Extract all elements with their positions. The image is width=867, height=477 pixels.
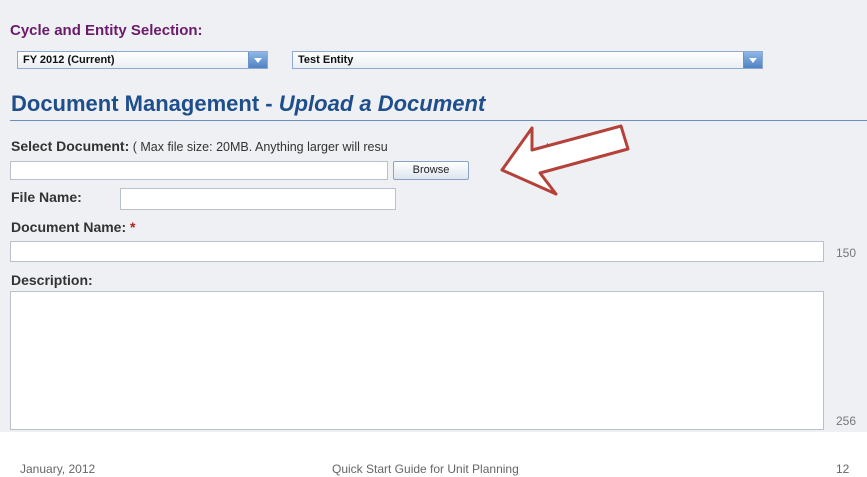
document-name-char-count: 150 — [836, 246, 857, 260]
document-name-input[interactable] — [10, 241, 824, 262]
document-name-label: Document Name: * — [11, 219, 135, 235]
select-document-label: Select Document: ( Max file size: 20MB. … — [11, 138, 388, 154]
cycle-select[interactable]: FY 2012 (Current) — [17, 51, 268, 69]
chevron-down-icon[interactable] — [743, 52, 762, 68]
section-title: Cycle and Entity Selection: — [10, 22, 203, 39]
footer-date: January, 2012 — [20, 462, 96, 476]
required-marker: * — [130, 219, 136, 235]
entity-select-value: Test Entity — [298, 54, 354, 66]
form-panel: Cycle and Entity Selection: FY 2012 (Cur… — [0, 0, 867, 432]
file-size-note-tail-text: in — [546, 142, 556, 156]
select-document-label-text: Select Document: — [11, 138, 130, 154]
description-label: Description: — [11, 272, 93, 288]
file-path-input[interactable] — [10, 161, 388, 180]
chevron-down-icon[interactable] — [248, 52, 267, 68]
cycle-select-value: FY 2012 (Current) — [23, 54, 115, 66]
page-title-sub: Upload a Document — [278, 91, 486, 116]
description-char-count: 256 — [836, 414, 857, 428]
page-title-main: Document Management - — [11, 91, 279, 116]
page-title: Document Management - Upload a Document — [11, 91, 485, 117]
document-name-label-text: Document Name: — [11, 219, 131, 235]
footer-title: Quick Start Guide for Unit Planning — [332, 462, 519, 476]
description-textarea[interactable] — [10, 291, 824, 430]
title-divider — [10, 120, 867, 121]
file-size-note-tail: in — [546, 140, 556, 156]
footer-page-number: 12 — [836, 462, 850, 476]
file-size-note: ( Max file size: 20MB. Anything larger w… — [129, 140, 388, 154]
entity-select[interactable]: Test Entity — [292, 51, 763, 69]
file-name-input[interactable] — [120, 188, 396, 210]
browse-button[interactable]: Browse — [393, 161, 469, 180]
file-name-label: File Name: — [11, 189, 82, 205]
